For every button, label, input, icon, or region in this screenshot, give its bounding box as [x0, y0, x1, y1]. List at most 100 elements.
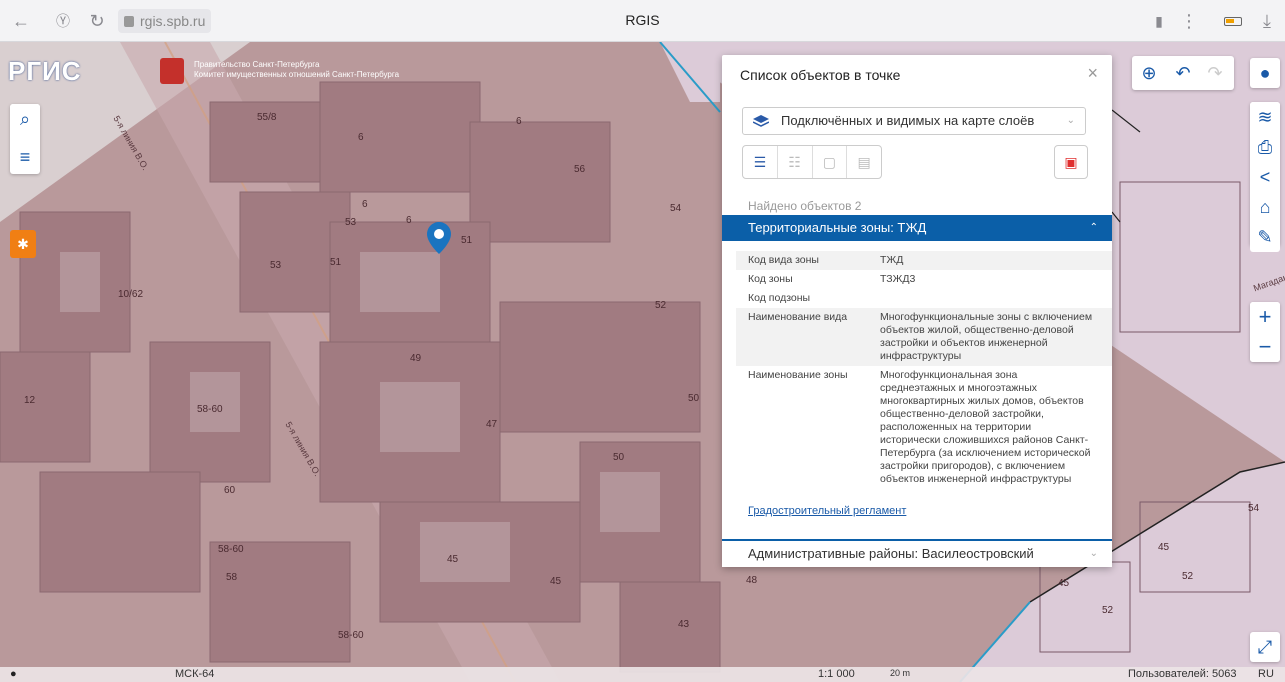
- objects-at-point-popup: Список объектов в точке × Подключённых и…: [722, 55, 1112, 567]
- scale-value[interactable]: 1:1 000: [818, 668, 855, 680]
- search-icon[interactable]: ⌕: [10, 104, 40, 134]
- section-title: Административные районы: Василеостровски…: [748, 546, 1034, 561]
- status-bar: ● МСК-64 1:1 000 20 m Пользователей: 506…: [0, 667, 1285, 682]
- list-view-icon[interactable]: ☰: [743, 146, 778, 178]
- gov-line1: Правительство Санкт-Петербурга: [194, 60, 320, 69]
- history-toolbar: ⊕ ↶ ↷: [1132, 56, 1234, 90]
- section-admin-districts[interactable]: Административные районы: Василеостровски…: [722, 539, 1112, 567]
- house-number: 58: [226, 572, 238, 583]
- undo-icon[interactable]: ↶: [1168, 58, 1198, 88]
- house-number: 51: [461, 235, 473, 246]
- popup-title: Список объектов в точке: [740, 67, 901, 83]
- zoom-out-icon[interactable]: −: [1250, 332, 1280, 362]
- globe-icon[interactable]: ⊕: [1134, 58, 1164, 88]
- house-number: 12: [24, 395, 36, 406]
- pdf-export-icon[interactable]: ▣: [1054, 145, 1088, 179]
- attributes-table: Код вида зоны ТЖД Код зоны ТЗЖД3 Код подзо…: [736, 251, 1112, 489]
- attr-value: Многофункциональная зона среднеэтажных и…: [880, 369, 1091, 485]
- home-icon[interactable]: ⌂: [1250, 192, 1280, 222]
- house-number: 54: [1248, 503, 1260, 514]
- rgis-logo[interactable]: РГИС: [8, 56, 82, 87]
- house-number: 52: [1102, 605, 1114, 616]
- house-number: 10/62: [118, 289, 144, 300]
- menu-icon[interactable]: ⋮: [1176, 8, 1202, 34]
- attr-key: Код вида зоны: [748, 254, 819, 266]
- attr-value: [880, 292, 1100, 305]
- house-number: 53: [270, 260, 282, 271]
- house-number: 50: [613, 452, 625, 463]
- attr-key: Код зоны: [748, 273, 793, 285]
- house-number: 6: [516, 116, 522, 127]
- house-number: 58-60: [338, 630, 364, 641]
- house-number: 48: [746, 575, 758, 586]
- house-number: 6: [362, 199, 368, 210]
- house-number: 52: [655, 300, 667, 311]
- attr-value: ТЗЖД3: [880, 273, 916, 285]
- regulation-link[interactable]: Градостроительный регламент: [748, 505, 906, 517]
- house-number: 45: [1058, 578, 1070, 589]
- browser-toolbar: ← Ⓨ ↻ rgis.spb.ru RGIS ▮ ⋮ ⤓: [0, 0, 1285, 42]
- house-number: 53: [345, 217, 357, 228]
- table-row: Код подзоны: [736, 289, 1112, 308]
- language-select[interactable]: RU: [1258, 668, 1274, 680]
- location-icon[interactable]: ●: [10, 668, 17, 680]
- spb-emblem-button[interactable]: ✱: [10, 230, 36, 258]
- info-view-icon[interactable]: ▢: [813, 146, 848, 178]
- chevron-down-icon: ⌄: [1089, 548, 1098, 559]
- crs-select[interactable]: МСК-64: [175, 668, 214, 680]
- hamburger-menu-icon[interactable]: ≡: [10, 142, 40, 172]
- tab-title: RGIS: [625, 12, 660, 28]
- house-number: 45: [550, 576, 562, 587]
- house-number: 58-60: [197, 404, 223, 415]
- gov-line2: Комитет имущественных отношений Санкт-Пе…: [194, 70, 400, 79]
- right-toolbar: ≋ ⎙ < ⌂ ✎: [1250, 102, 1280, 252]
- attr-key: Наименование вида: [748, 311, 848, 323]
- layers-icon: [753, 115, 769, 127]
- left-toolbar: ⌕ ≡: [10, 104, 40, 174]
- spb-emblem-icon: [160, 58, 184, 84]
- zoom-in-icon[interactable]: +: [1250, 302, 1280, 332]
- house-number: 50: [688, 393, 700, 404]
- close-icon[interactable]: ×: [1087, 63, 1098, 84]
- attr-value: ТЖД: [880, 254, 904, 266]
- document-view-icon[interactable]: ▤: [847, 146, 881, 178]
- chevron-down-icon: ⌄: [1066, 115, 1075, 126]
- table-view-icon[interactable]: ☷: [778, 146, 813, 178]
- gov-caption: Правительство Санкт-Петербурга Комитет и…: [194, 60, 399, 80]
- print-icon[interactable]: ⎙: [1250, 132, 1280, 162]
- zoom-control: + −: [1250, 302, 1280, 362]
- layer-select-value: Подключённых и видимых на карте слоёв: [781, 113, 1035, 128]
- scale-bar: 20 m: [890, 668, 911, 678]
- battery-icon: [1224, 17, 1242, 26]
- table-row: Код вида зоны ТЖД: [736, 251, 1112, 270]
- attr-key: Код подзоны: [748, 292, 811, 304]
- user-icon[interactable]: ●: [1250, 58, 1280, 88]
- house-number: 47: [486, 419, 498, 430]
- house-number: 55/8: [257, 112, 277, 123]
- house-number: 45: [1158, 542, 1170, 553]
- download-icon[interactable]: ⤓: [1254, 8, 1280, 34]
- house-number: 60: [224, 485, 236, 496]
- house-number: 51: [330, 257, 342, 268]
- redo-icon[interactable]: ↷: [1200, 58, 1230, 88]
- ruler-icon[interactable]: ✎: [1250, 222, 1280, 252]
- house-number: 45: [447, 554, 459, 565]
- attr-value: Многофункциональные зоны с включением об…: [880, 311, 1093, 362]
- house-number: 49: [410, 353, 422, 364]
- location-pin-icon: [427, 222, 451, 254]
- table-row: Код зоны ТЗЖД3: [736, 270, 1112, 289]
- share-icon[interactable]: <: [1250, 162, 1280, 192]
- house-number: 6: [406, 215, 412, 226]
- layers-icon[interactable]: ≋: [1250, 102, 1280, 132]
- house-number: 56: [574, 164, 586, 175]
- table-row: Наименование вида Многофункциональные зон…: [736, 308, 1112, 366]
- section-territorial-zones[interactable]: Территориальные зоны: ТЖД ⌃: [722, 215, 1112, 241]
- found-count: Найдено объектов 2: [748, 199, 862, 213]
- bookmark-icon[interactable]: ▮: [1146, 8, 1172, 34]
- layer-select[interactable]: Подключённых и видимых на карте слоёв ⌄: [742, 107, 1086, 135]
- house-number: 43: [678, 619, 690, 630]
- house-number: 54: [670, 203, 682, 214]
- section-title: Территориальные зоны: ТЖД: [748, 220, 927, 235]
- house-number: 6: [358, 132, 364, 143]
- fullscreen-icon[interactable]: ⤢: [1250, 632, 1280, 662]
